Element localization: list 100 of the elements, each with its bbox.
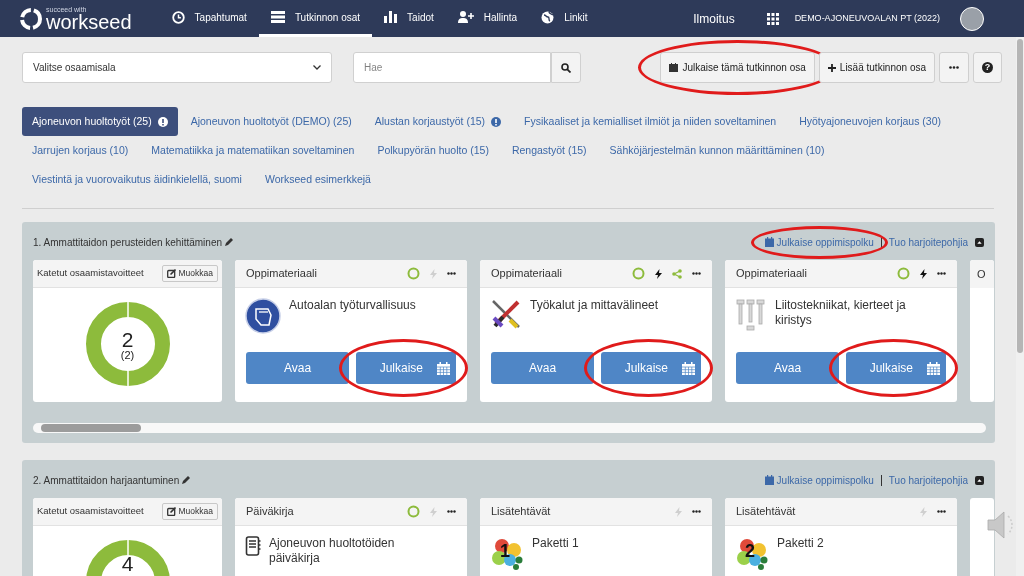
alert-icon bbox=[157, 116, 168, 127]
card-title: Paketti 1 bbox=[532, 536, 580, 551]
grid-icon[interactable] bbox=[766, 12, 779, 25]
tools-icon bbox=[490, 298, 522, 330]
more-icon[interactable] bbox=[937, 272, 946, 275]
search-button[interactable] bbox=[551, 52, 581, 83]
nav-link[interactable]: Taidot bbox=[372, 0, 446, 37]
face-shield-icon bbox=[245, 298, 281, 334]
select-value: Valitse osaamisala bbox=[33, 61, 116, 75]
card-title: Katetut osaamistavoitteet bbox=[37, 504, 144, 519]
pencil-icon[interactable] bbox=[182, 476, 191, 484]
globe-icon bbox=[541, 10, 555, 24]
subject-tab[interactable]: Alustan korjaustyöt (15) bbox=[364, 107, 512, 136]
card-title: Työkalut ja mittavälineet bbox=[530, 298, 660, 313]
bubbles-icon bbox=[735, 536, 769, 570]
bubbles-icon bbox=[490, 536, 524, 570]
scrollbar-thumb[interactable] bbox=[41, 424, 141, 432]
more-icon[interactable] bbox=[692, 272, 701, 275]
logo-wordmark: workseed bbox=[46, 11, 132, 32]
goals-count: 2 bbox=[121, 329, 134, 350]
collapse-icon[interactable] bbox=[975, 475, 984, 485]
nav-link[interactable]: Tutkinnon osat bbox=[258, 0, 373, 37]
nav-link[interactable]: Linkit bbox=[529, 0, 600, 37]
calendar-icon bbox=[764, 237, 774, 247]
open-button[interactable]: Avaa bbox=[491, 352, 594, 384]
subject-tab[interactable]: Sähköjärjestelmän kunnon määrittäminen (10) bbox=[599, 136, 835, 165]
card-title: Paketti 2 bbox=[777, 536, 825, 551]
lightning-icon[interactable] bbox=[655, 268, 662, 279]
logo-icon bbox=[20, 7, 42, 30]
card-type: Päiväkirja bbox=[246, 504, 295, 520]
card-title: Katetut osaamistavoitteet bbox=[37, 266, 144, 281]
help-button[interactable]: ? bbox=[973, 52, 1002, 83]
subject-tab[interactable]: Viestintä ja vuorovaikutus äidinkielellä, suomi bbox=[22, 165, 252, 194]
clock-icon bbox=[171, 10, 185, 24]
avatar[interactable] bbox=[960, 6, 984, 31]
search-field[interactable]: Hae bbox=[353, 52, 551, 83]
organization-name[interactable]: DEMO-AJONEUVOALAN PT (2022) bbox=[794, 11, 940, 26]
specialization-select[interactable]: Valitse osaamisala bbox=[22, 52, 332, 83]
notice-link[interactable]: Ilmoitus bbox=[693, 9, 735, 28]
card-type: Lisätehtävät bbox=[491, 504, 552, 520]
import-templates-link[interactable]: Tuo harjoitepohjia bbox=[888, 234, 968, 250]
card-type: Oppimateriaali bbox=[246, 266, 318, 282]
add-button[interactable]: Lisää tutkinnon osa bbox=[818, 52, 935, 83]
subject-tab[interactable]: Hyötyajoneuvojen korjaus (30) bbox=[789, 107, 951, 136]
subject-tab[interactable]: Jarrujen korjaus (10) bbox=[22, 136, 139, 165]
scrollbar-thumb[interactable] bbox=[1017, 39, 1023, 353]
alert-icon bbox=[491, 116, 502, 127]
package-number: 2 bbox=[745, 542, 755, 560]
import-templates-link[interactable]: Tuo harjoitepohjia bbox=[888, 472, 968, 488]
server-icon bbox=[270, 11, 285, 23]
card-type: Oppimateriaali bbox=[736, 266, 808, 282]
more-icon[interactable] bbox=[447, 510, 456, 513]
publish-button[interactable]: Julkaise bbox=[846, 352, 946, 384]
open-button[interactable]: Avaa bbox=[246, 352, 349, 384]
publish-button[interactable]: Julkaise bbox=[356, 352, 456, 384]
help-icon: ? bbox=[982, 62, 993, 73]
user-plus-icon bbox=[457, 11, 474, 23]
collapse-icon[interactable] bbox=[975, 237, 984, 247]
card-title: O bbox=[977, 266, 986, 282]
nav-link[interactable]: Tapahtumat bbox=[159, 0, 259, 37]
publish-button[interactable]: Julkaise tämä tutkinnon osa bbox=[660, 52, 815, 83]
more-icon[interactable] bbox=[937, 510, 946, 513]
subject-tab[interactable]: Rengastyöt (15) bbox=[501, 136, 597, 165]
more-icon[interactable] bbox=[447, 272, 456, 275]
search-icon bbox=[561, 62, 571, 73]
plus-icon bbox=[827, 63, 836, 72]
edit-icon bbox=[166, 507, 176, 516]
horizontal-scrollbar[interactable] bbox=[33, 423, 986, 433]
chevron-down-icon bbox=[313, 65, 321, 70]
card-title: Liitostekniikat, kierteet ja kiristys bbox=[775, 298, 907, 328]
edit-button[interactable]: Muokkaa bbox=[161, 265, 218, 282]
subject-tab[interactable]: Ajoneuvon huoltotyöt (DEMO) (25) bbox=[180, 107, 362, 136]
pencil-icon[interactable] bbox=[225, 238, 233, 246]
subject-tab[interactable]: Workseed esimerkkejä bbox=[254, 165, 381, 194]
page-scrollbar[interactable] bbox=[1016, 37, 1024, 576]
edit-icon bbox=[166, 269, 176, 278]
goals-total: (2) bbox=[120, 350, 135, 361]
edit-button[interactable]: Muokkaa bbox=[161, 503, 218, 520]
section-title: 2. Ammattitaidon harjaantuminen bbox=[33, 473, 180, 488]
section-title: 1. Ammattitaidon perusteiden kehittäminen bbox=[33, 235, 222, 250]
calendar-icon bbox=[669, 63, 679, 72]
calendar-icon bbox=[927, 361, 940, 375]
package-number: 1 bbox=[500, 542, 510, 560]
subject-tab[interactable]: Matematiikka ja matematiikan soveltaminen bbox=[141, 136, 365, 165]
card-title: Ajoneuvon huoltotöiden päiväkirja bbox=[269, 536, 396, 566]
card-type: Lisätehtävät bbox=[736, 504, 797, 520]
lightning-icon[interactable] bbox=[920, 268, 927, 279]
goals-count: 4 bbox=[121, 553, 134, 574]
subject-tab[interactable]: Fysikaaliset ja kemialliset ilmiöt ja niiden soveltaminen bbox=[514, 107, 787, 136]
publish-button[interactable]: Julkaise bbox=[601, 352, 701, 384]
open-button[interactable]: Avaa bbox=[736, 352, 839, 384]
publish-path-link[interactable]: Julkaise oppimispolku bbox=[764, 472, 874, 488]
calendar-icon bbox=[764, 475, 774, 485]
calendar-icon bbox=[682, 361, 695, 375]
nav-link[interactable]: Hallinta bbox=[445, 0, 530, 37]
more-icon[interactable] bbox=[692, 510, 701, 513]
calendar-icon bbox=[437, 361, 450, 375]
subject-tab[interactable]: Polkupyörän huolto (15) bbox=[367, 136, 499, 165]
publish-path-link[interactable]: Julkaise oppimispolku bbox=[764, 234, 874, 250]
subject-tab[interactable]: Ajoneuvon huoltotyöt (25) bbox=[22, 107, 178, 136]
